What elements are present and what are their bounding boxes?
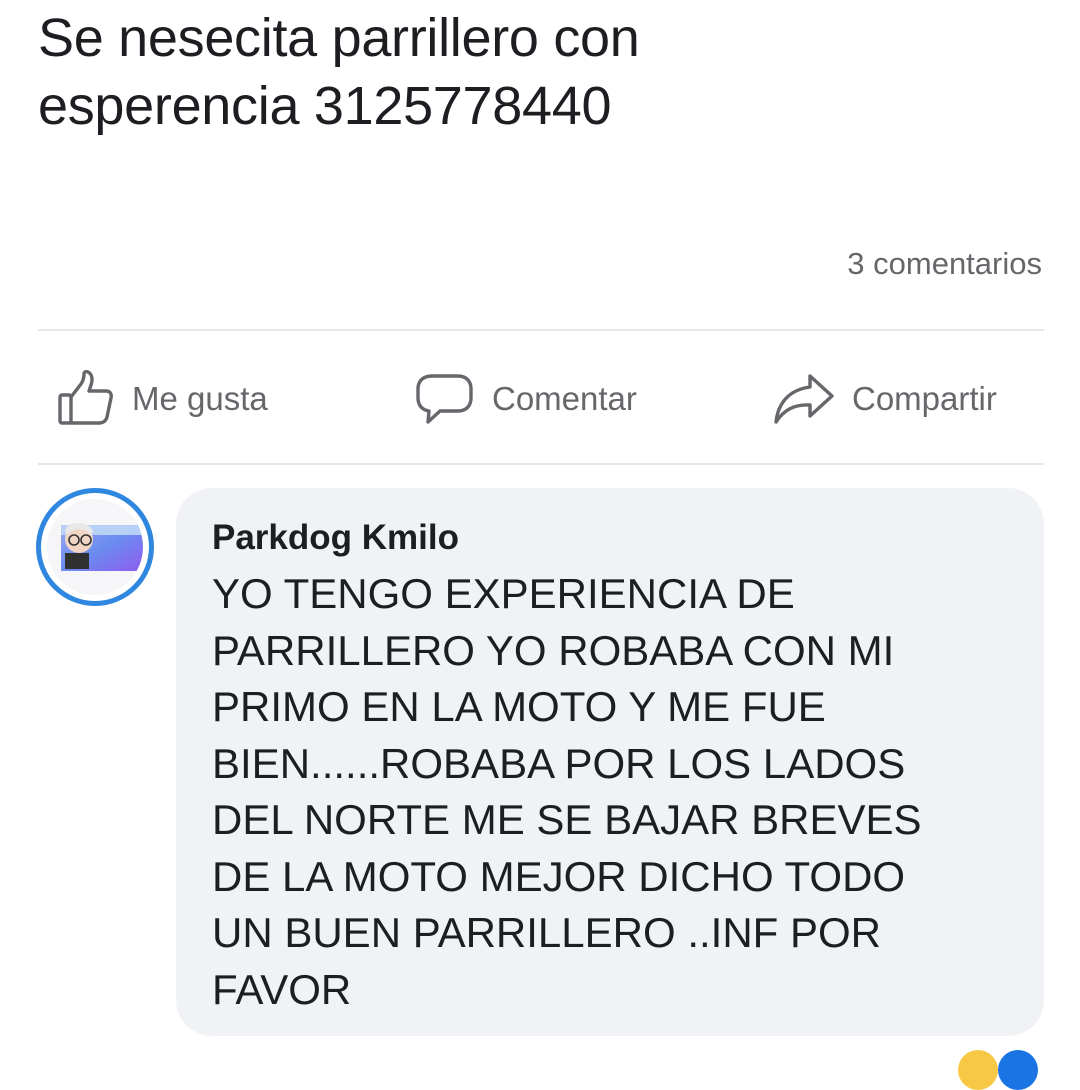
reaction-icon-haha — [958, 1050, 998, 1090]
comment-button[interactable]: Comentar — [414, 368, 637, 430]
share-arrow-icon — [772, 370, 836, 428]
divider — [38, 463, 1044, 465]
comment-count-link[interactable]: 3 comentarios — [847, 246, 1042, 282]
comment-author-name[interactable]: Parkdog Kmilo — [212, 518, 459, 558]
post-text: Se nesecita parrillero con esperencia 31… — [38, 4, 1048, 140]
speech-bubble-icon — [414, 370, 476, 428]
comment-body: YO TENGO EXPERIENCIA DE PARRILLERO YO RO… — [212, 566, 1012, 1018]
share-button[interactable]: Compartir — [772, 368, 997, 430]
reaction-icon-like — [998, 1050, 1038, 1090]
thumbs-up-icon — [56, 370, 116, 428]
comment-line: BIEN......ROBABA POR LOS LADOS — [212, 739, 906, 787]
avatar-image — [47, 499, 143, 595]
comment-line: PRIMO EN LA MOTO Y ME FUE — [212, 683, 826, 730]
like-label: Me gusta — [132, 380, 268, 417]
comment-bubble: Parkdog Kmilo YO TENGO EXPERIENCIA DE PA… — [176, 488, 1044, 1036]
comment-line: YO TENGO EXPERIENCIA DE — [212, 570, 795, 617]
post-text-line: Se nesecita parrillero con — [38, 8, 640, 68]
divider — [38, 329, 1044, 331]
comment-line: FAVOR — [212, 965, 352, 1013]
share-label: Compartir — [852, 380, 997, 417]
comment-label: Comentar — [492, 380, 637, 417]
comment-line: DEL NORTE ME SE BAJAR BREVES — [212, 796, 922, 843]
comment-line: PARRILLERO YO ROBABA CON MI — [212, 626, 895, 674]
comment-line: DE LA MOTO MEJOR DICHO TODO — [212, 852, 906, 900]
post-text-line: esperencia 3125778440 — [38, 76, 612, 136]
comment-line: UN BUEN PARRILLERO ..INF POR — [212, 909, 882, 956]
avatar[interactable] — [36, 488, 154, 606]
like-button[interactable]: Me gusta — [56, 368, 268, 430]
